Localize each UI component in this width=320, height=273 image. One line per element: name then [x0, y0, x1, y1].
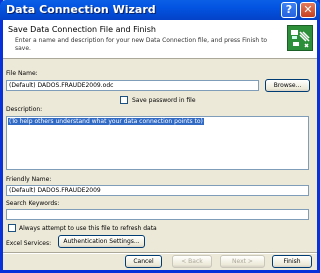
cancel-button[interactable]: Cancel: [125, 255, 162, 268]
authentication-settings-button[interactable]: Authentication Settings...: [58, 235, 145, 248]
excel-services-label: Excel Services:: [6, 240, 52, 247]
wizard-header: Save Data Connection File and Finish Ent…: [3, 20, 317, 59]
save-password-checkbox[interactable]: [120, 96, 128, 104]
close-icon: ✕: [303, 3, 313, 16]
title-bar[interactable]: Data Connection Wizard ? ✕: [0, 0, 320, 20]
description-text: (To help others understand what your dat…: [8, 118, 204, 125]
save-password-label: Save password in file: [132, 97, 196, 104]
finish-button[interactable]: Finish: [272, 255, 312, 268]
next-button[interactable]: Next >: [220, 255, 265, 268]
search-keywords-input[interactable]: [6, 209, 309, 220]
always-attempt-checkbox[interactable]: [8, 224, 16, 232]
wizard-window: Data Connection Wizard ? ✕ Save Data Con…: [0, 0, 320, 273]
data-connection-icon: [287, 25, 313, 51]
page-title: Save Data Connection File and Finish: [8, 25, 156, 34]
friendly-name-input[interactable]: (Default) DADOS.FRAUDE2009: [6, 185, 309, 196]
browse-button[interactable]: Browse...: [265, 79, 310, 92]
back-button[interactable]: < Back: [172, 255, 212, 268]
file-name-label: File Name:: [6, 70, 38, 77]
close-button[interactable]: ✕: [300, 2, 316, 18]
description-textarea[interactable]: (To help others understand what your dat…: [6, 116, 309, 170]
window-title: Data Connection Wizard: [6, 3, 156, 16]
help-button[interactable]: ?: [281, 2, 297, 18]
page-subtitle: Enter a name and description for your ne…: [15, 37, 268, 52]
footer-divider: [3, 252, 317, 254]
question-icon: ?: [285, 3, 293, 16]
description-label: Description:: [6, 106, 43, 113]
file-name-input[interactable]: (Default) DADOS.FRAUDE2009.odc: [6, 80, 259, 91]
search-keywords-label: Search Keywords:: [6, 200, 60, 207]
always-attempt-label: Always attempt to use this file to refre…: [19, 225, 157, 232]
friendly-name-label: Friendly Name:: [6, 176, 52, 183]
